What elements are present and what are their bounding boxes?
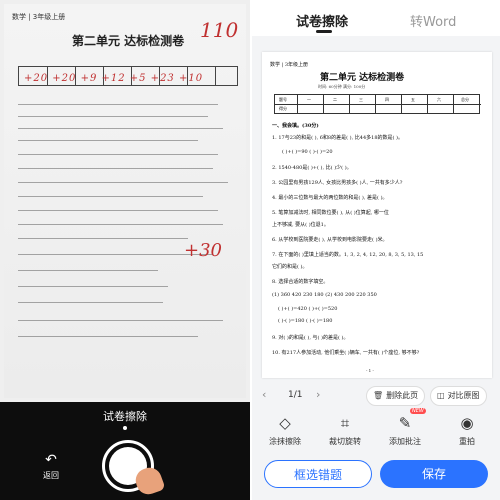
doc-question: 10. 有217人参加活动, 他们乘坐( )辆车, 一共有( )个座位, 够不够… [272,350,420,356]
photo-title: 第二单元 达标检测卷 [72,34,185,48]
doc-title: 第二单元 达标检测卷 [320,73,405,83]
table-header-cell: 一 [307,97,311,102]
back-button[interactable]: ↶ 返回 [36,452,66,492]
prev-page-icon[interactable]: ‹ [262,388,266,401]
save-button[interactable]: 保存 [380,460,488,488]
doc-question: ( )+( )=420 ( )+( )=520 [278,306,338,312]
table-header-cell: 四 [385,97,389,102]
result-panel: 试卷擦除 转Word 数学 | 3年级上册 第二单元 达标检测卷 时间: 60分… [252,0,500,500]
tab-to-word[interactable]: 转Word [410,11,456,30]
doc-question: 3. 公园里有男孩129人, 女孩比男孩多( )人, 一共有多少人? [272,180,403,186]
doc-question: 4. 最小的三位数与最大的两位数的和是( ), 差是( )。 [272,195,388,201]
doc-score-table: 题号 一 二 三 四 五 六 总分 得分 [274,94,481,114]
new-badge: NEW [410,408,426,414]
doc-question: 8. 选择合适的数字填空。 [272,279,329,285]
doc-section-title: 一、我会填。(30分) [272,123,319,129]
doc-header: 数学 | 3年级上册 [270,62,309,68]
doc-subtitle: 时间: 60分钟 满分: 100分 [318,84,366,89]
tool-smear-erase[interactable]: ◇ 涂抹擦除 [260,412,310,447]
app-root: 数学 | 3年级上册 第二单元 达标检测卷 110 +20 +20 +9 +12… [0,0,500,500]
compare-icon: ◫ [437,391,445,400]
tool-add-annotation[interactable]: ✎ NEW 添加批注 [380,408,430,447]
tool-bar: ◇ 涂抹擦除 ⌗ 裁切旋转 ✎ NEW 添加批注 ◉ 重拍 [252,408,500,452]
handwritten-scores: +20 +20 +9 +12 +5 +23 +10 [24,73,204,84]
erased-document: 数学 | 3年级上册 第二单元 达标检测卷 时间: 60分钟 满分: 100分 … [262,52,492,378]
handwritten-total: 110 [200,18,239,42]
select-wrong-questions-button[interactable]: 框选错题 [264,460,372,488]
camera-panel: 数学 | 3年级上册 第二单元 达标检测卷 110 +20 +20 +9 +12… [0,0,250,500]
doc-question: (1) 360 420 230 180 (2) 430 200 220 350 [272,292,377,298]
doc-question: 上不够减, 要从( )位退1。 [272,222,329,228]
eraser-icon: ◇ [279,414,291,432]
mode-caption: 试卷擦除 [103,410,147,423]
mode-indicator [123,426,127,430]
annotate-icon: ✎ [398,414,412,432]
doc-question: 7. 在下面的( )里填上适当的数。1, 3, 2, 4, 12, 20, 8,… [272,252,424,258]
trash-icon: 🗑 [373,391,384,400]
table-header-cell: 二 [333,97,337,102]
page-controls: ‹ 1/1 › 🗑 删除此页 ◫ 对比原图 [260,386,492,406]
table-header-cell: 六 [437,97,441,102]
page-counter: 1/1 [288,390,303,400]
back-label: 返回 [43,471,59,480]
table-score-label: 得分 [279,106,287,111]
doc-question: 1. 17与23的和是( ), 6和8的差是( ), 比44多18的数是( )。 [272,135,404,141]
tool-retake[interactable]: ◉ 重拍 [442,412,492,447]
table-header-cell: 五 [411,97,415,102]
photo-paper: 数学 | 3年级上册 第二单元 达标检测卷 110 +20 +20 +9 +12… [4,4,246,398]
page-number: - 1 - [366,368,374,373]
doc-question: 6. 从学校到医院要走( ), 从学校到电影院要走( )米。 [272,237,388,243]
doc-question: 5. 笔算加减法时, 相同数位要( ), 从( )位算起, 哪一位 [272,210,389,216]
doc-question: 它们的和是( )。 [272,264,308,270]
table-header-cell: 总分 [461,97,469,102]
doc-question: ( )+( )=90 ( )-( )=20 [282,149,333,155]
doc-question: ( )-( )=180 ( )-( )=180 [278,318,333,324]
delete-page-button[interactable]: 🗑 删除此页 [366,386,426,406]
crop-icon: ⌗ [340,414,350,432]
tab-erase[interactable]: 试卷擦除 [296,11,348,30]
compare-original-button[interactable]: ◫ 对比原图 [430,386,487,406]
tab-underline [316,30,332,33]
doc-question: 9. 对( )的和是( ), 与( )的差是( )。 [272,335,349,341]
handwritten-extra: +30 [184,240,222,261]
photo-header: 数学 | 3年级上册 [12,13,66,21]
camera-icon: ◉ [460,414,474,432]
captured-photo: 数学 | 3年级上册 第二单元 达标检测卷 110 +20 +20 +9 +12… [0,0,250,402]
tab-bar: 试卷擦除 转Word [252,0,500,36]
table-header-cell: 题号 [279,97,287,102]
table-header-cell: 三 [359,97,363,102]
doc-question: 2. 1540-480是( )+( ), 比( )少( )。 [272,165,352,171]
tool-crop-rotate[interactable]: ⌗ 裁切旋转 [320,412,370,447]
back-arrow-icon: ↶ [45,452,57,468]
next-page-icon[interactable]: › [316,388,320,401]
